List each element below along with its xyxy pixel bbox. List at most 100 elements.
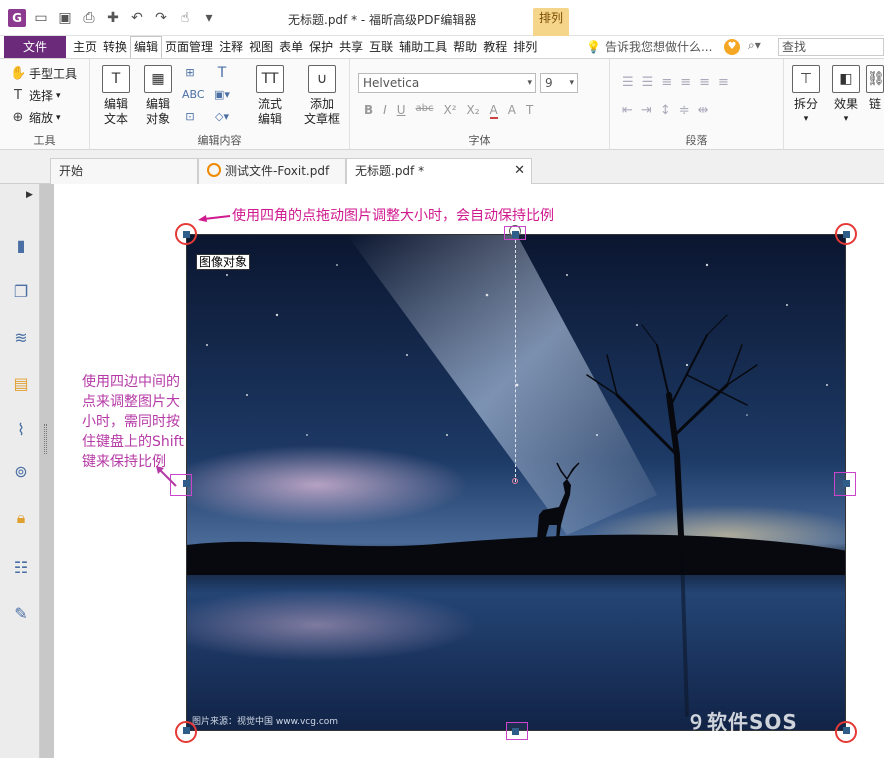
edit-object-button[interactable]: ▦ 编辑 对象 bbox=[138, 65, 178, 127]
tab-form[interactable]: 表单 bbox=[276, 36, 306, 58]
tab-organize[interactable]: 页面管理 bbox=[162, 36, 216, 58]
tab-share[interactable]: 共享 bbox=[336, 36, 366, 58]
watermark: Ꝯ 软件SOS bbox=[690, 710, 798, 734]
edit-text-label: 编辑 文本 bbox=[103, 97, 128, 126]
redo-icon[interactable]: ↷ bbox=[152, 9, 170, 27]
attachment-icon[interactable]: ⌇ bbox=[11, 420, 31, 440]
align-left-icon[interactable]: ≡ bbox=[661, 75, 672, 90]
flow-edit-button[interactable]: TT 流式 编辑 bbox=[250, 65, 290, 127]
customize-dropdown-icon[interactable]: ▾ bbox=[200, 9, 218, 27]
text-scale-button[interactable]: T bbox=[526, 103, 533, 119]
add-image-icon[interactable]: ▣▾ bbox=[214, 87, 230, 103]
resize-handle-bottom[interactable] bbox=[512, 728, 519, 735]
tab-accessibility[interactable]: 辅助工具 bbox=[396, 36, 450, 58]
hand-tool-button[interactable]: ✋ 手型工具 bbox=[10, 65, 77, 82]
select-tool-button[interactable]: T 选择 ▾ bbox=[10, 87, 61, 104]
italic-button[interactable]: I bbox=[383, 103, 387, 119]
tab-connect[interactable]: 互联 bbox=[366, 36, 396, 58]
tab-home[interactable]: 主页 bbox=[70, 36, 100, 58]
signature-icon[interactable]: ⊚ bbox=[11, 462, 31, 482]
tab-comment[interactable]: 注释 bbox=[216, 36, 246, 58]
tab-view[interactable]: 视图 bbox=[246, 36, 276, 58]
tab-tutorial[interactable]: 教程 bbox=[480, 36, 510, 58]
tab-start-page[interactable]: 开始 bbox=[50, 158, 198, 184]
split-button[interactable]: ⊤ 拆分 ▾ bbox=[786, 65, 826, 127]
font-color-button[interactable]: A bbox=[489, 103, 498, 119]
layers-icon[interactable]: ≋ bbox=[11, 328, 31, 348]
add-textbox-icon: ∪ bbox=[308, 65, 336, 93]
indent-increase-icon[interactable]: ⇥ bbox=[641, 103, 652, 118]
add-textbox-button[interactable]: ∪ 添加 文章框 bbox=[302, 65, 342, 127]
ribbon-tabs: 主页 转换 编辑 页面管理 注释 视图 表单 保护 共享 互联 辅助工具 帮助 … bbox=[70, 36, 540, 58]
line-spacing-icon[interactable]: ↕ bbox=[660, 103, 671, 118]
tab-convert[interactable]: 转换 bbox=[100, 36, 130, 58]
add-shape-icon[interactable]: ◇▾ bbox=[214, 109, 230, 125]
find-icon[interactable]: ⌕▾ bbox=[748, 38, 761, 53]
annotation-arrow-top bbox=[198, 215, 231, 222]
corner-highlight-circle bbox=[175, 223, 197, 245]
indent-decrease-icon[interactable]: ⇤ bbox=[622, 103, 633, 118]
tab-help[interactable]: 帮助 bbox=[450, 36, 480, 58]
underline-button[interactable]: U bbox=[397, 103, 406, 119]
annotation-arrow-left bbox=[156, 466, 177, 487]
effect-button[interactable]: ◧ 效果 ▾ bbox=[826, 65, 866, 127]
tab-test-file[interactable]: 测试文件-Foxit.pdf bbox=[198, 158, 346, 184]
char-spacing-icon[interactable]: ⇹ bbox=[698, 103, 709, 118]
expand-panel-icon[interactable]: ▶ bbox=[26, 190, 33, 200]
align-center-icon[interactable]: ≡ bbox=[680, 75, 691, 90]
tab-arrange[interactable]: 排列 bbox=[510, 36, 540, 58]
strikethrough-button[interactable]: abc bbox=[416, 103, 434, 119]
superscript-button[interactable]: X² bbox=[443, 103, 456, 119]
center-point bbox=[512, 478, 518, 484]
tab-edit[interactable]: 编辑 bbox=[130, 36, 163, 58]
align-right-icon[interactable]: ≡ bbox=[699, 75, 710, 90]
text-insert-icon[interactable]: ⊞ bbox=[182, 65, 198, 81]
new-icon[interactable]: ✚ bbox=[104, 9, 122, 27]
comments-icon[interactable]: ▤ bbox=[11, 374, 31, 394]
print-icon[interactable]: ⎙ bbox=[80, 9, 98, 27]
link-icon: ⛓ bbox=[866, 65, 884, 93]
heart-icon[interactable]: ♥ bbox=[724, 39, 740, 55]
hand-tool-icon[interactable]: ☝ bbox=[176, 9, 194, 27]
quick-access-toolbar: G ▭ ▣ ⎙ ✚ ↶ ↷ ☝ ▾ bbox=[8, 9, 218, 27]
bold-button[interactable]: B bbox=[364, 103, 373, 119]
open-folder-icon[interactable]: ▭ bbox=[32, 9, 50, 27]
zoom-tool-button[interactable]: ⊕ 缩放 ▾ bbox=[10, 109, 61, 126]
link-button[interactable]: ⛓ 链 bbox=[866, 65, 884, 112]
font-family-select[interactable]: Helvetica ▾ bbox=[358, 73, 536, 93]
paragraph-spacing-icon[interactable]: ≑ bbox=[679, 103, 690, 118]
bullet-list-icon[interactable]: ☰ bbox=[622, 75, 634, 90]
subscript-button[interactable]: X₂ bbox=[467, 103, 480, 119]
font-style-row: B I U abc X² X₂ A A T bbox=[364, 103, 533, 119]
splitter-grip-icon bbox=[44, 424, 47, 454]
fields-icon[interactable]: ☷ bbox=[11, 558, 31, 578]
search-input[interactable]: 查找 bbox=[778, 38, 884, 56]
resize-handle-left[interactable] bbox=[183, 480, 190, 487]
tab-untitled[interactable]: 无标题.pdf * ✕ bbox=[346, 158, 532, 185]
tools-pen-icon[interactable]: ✎ bbox=[11, 604, 31, 624]
lock-icon[interactable]: 🔒︎ bbox=[11, 508, 31, 528]
number-list-icon[interactable]: ☰ bbox=[642, 75, 654, 90]
annotation-corner-text: 使用四角的点拖动图片调整大小时，会自动保持比例 bbox=[232, 208, 554, 224]
edit-text-button[interactable]: T 编辑 文本 bbox=[96, 65, 136, 127]
add-text-icon[interactable]: T bbox=[214, 65, 230, 81]
file-menu-button[interactable]: 文件 bbox=[4, 36, 66, 58]
page-thumbnail-icon[interactable]: ▮ bbox=[11, 236, 31, 256]
corner-highlight-circle bbox=[835, 721, 857, 743]
close-icon[interactable]: ✕ bbox=[514, 159, 525, 183]
pages-icon[interactable]: ❐ bbox=[11, 282, 31, 302]
align-justify-icon[interactable]: ≡ bbox=[718, 75, 729, 90]
spellcheck-icon[interactable]: ABC bbox=[182, 87, 205, 103]
font-size-select[interactable]: 9 ▾ bbox=[540, 73, 578, 93]
link-object-icon[interactable]: ⊡ bbox=[182, 109, 198, 125]
corner-highlight-circle bbox=[835, 223, 857, 245]
resize-handle-right[interactable] bbox=[843, 480, 850, 487]
save-icon[interactable]: ▣ bbox=[56, 9, 74, 27]
tools-group-label: 工具 bbox=[33, 134, 56, 147]
tell-me-box[interactable]: 💡 告诉我您想做什么... bbox=[586, 38, 712, 56]
undo-icon[interactable]: ↶ bbox=[128, 9, 146, 27]
resize-handle-top[interactable] bbox=[512, 231, 519, 238]
char-spacing-button[interactable]: A bbox=[508, 103, 516, 119]
panel-splitter[interactable] bbox=[40, 184, 54, 758]
tab-protect[interactable]: 保护 bbox=[306, 36, 336, 58]
